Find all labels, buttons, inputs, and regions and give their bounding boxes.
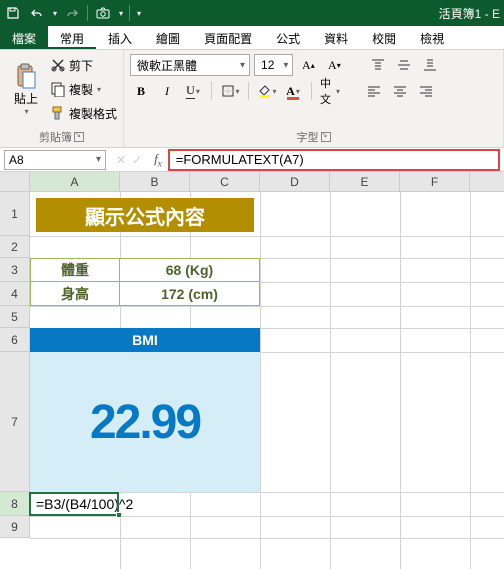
- row-header-8[interactable]: 8: [0, 492, 30, 516]
- format-painter-button[interactable]: 複製格式: [50, 102, 117, 124]
- tab-data[interactable]: 資料: [312, 26, 360, 49]
- formula-bar[interactable]: =FORMULATEXT(A7): [168, 149, 500, 171]
- font-color-button[interactable]: A: [282, 80, 304, 102]
- tab-view[interactable]: 檢視: [408, 26, 456, 49]
- tab-home[interactable]: 常用: [48, 26, 96, 49]
- tab-review[interactable]: 校閱: [360, 26, 408, 49]
- row-header-7[interactable]: 7: [0, 352, 30, 492]
- copy-button[interactable]: 複製▾: [50, 78, 117, 100]
- group-clipboard: 貼上 ▾ 剪下 複製▾ 複製格式 剪貼簿: [0, 50, 124, 147]
- qat-customize[interactable]: ▾: [137, 9, 141, 18]
- row-header-5[interactable]: 5: [0, 306, 30, 328]
- row-header-4[interactable]: 4: [0, 282, 30, 306]
- col-header-d[interactable]: D: [260, 172, 330, 191]
- align-middle-button[interactable]: [393, 54, 415, 76]
- cell-height-label[interactable]: 身高: [30, 281, 120, 306]
- clipboard-launcher[interactable]: [74, 132, 84, 142]
- clipboard-group-label: 剪貼簿: [39, 129, 72, 145]
- font-size-select[interactable]: 12: [254, 54, 293, 76]
- border-button[interactable]: [219, 80, 241, 102]
- cut-button[interactable]: 剪下: [50, 54, 117, 76]
- align-bottom-button[interactable]: [419, 54, 441, 76]
- cell-bmi-label[interactable]: BMI: [30, 328, 260, 352]
- cancel-formula-button[interactable]: ✕: [116, 153, 126, 167]
- fill-handle[interactable]: [116, 512, 122, 518]
- formula-bar-value: =FORMULATEXT(A7): [176, 152, 304, 167]
- paste-label: 貼上: [14, 90, 38, 107]
- titlebar: ▾ ▾ ▾ 活頁簿1 - E: [0, 0, 504, 26]
- col-header-e[interactable]: E: [330, 172, 400, 191]
- fill-color-button[interactable]: [256, 80, 278, 102]
- undo-button[interactable]: [28, 4, 46, 22]
- cell-weight-value[interactable]: 68 (Kg): [119, 258, 260, 282]
- format-painter-label: 複製格式: [69, 105, 117, 122]
- cell-height-value[interactable]: 172 (cm): [119, 281, 260, 306]
- tab-draw[interactable]: 繪圖: [144, 26, 192, 49]
- decrease-font-button[interactable]: A▾: [323, 54, 345, 76]
- enter-formula-button[interactable]: ✓: [132, 153, 142, 167]
- font-name-select[interactable]: 微軟正黑體: [130, 54, 250, 76]
- copy-label: 複製: [69, 81, 93, 98]
- formula-bar-row: A8 ✕ ✓ fx =FORMULATEXT(A7): [0, 148, 504, 172]
- camera-icon[interactable]: [94, 4, 112, 22]
- name-box[interactable]: A8: [4, 150, 106, 170]
- banner-title: 顯示公式內容: [36, 198, 254, 232]
- col-header-f[interactable]: F: [400, 172, 470, 191]
- select-all-corner[interactable]: [0, 172, 30, 191]
- font-launcher[interactable]: [321, 132, 331, 142]
- row-header-1[interactable]: 1: [0, 192, 30, 236]
- font-name-value: 微軟正黑體: [137, 57, 197, 74]
- ribbon: 貼上 ▾ 剪下 複製▾ 複製格式 剪貼簿: [0, 50, 504, 148]
- font-size-value: 12: [261, 58, 274, 72]
- ribbon-tabs: 檔案 常用 插入 繪圖 頁面配置 公式 資料 校閱 檢視: [0, 26, 504, 50]
- increase-font-button[interactable]: A▴: [297, 54, 319, 76]
- cut-label: 剪下: [69, 57, 93, 74]
- tab-layout[interactable]: 頁面配置: [192, 26, 264, 49]
- window-title: 活頁簿1 - E: [439, 5, 500, 22]
- name-box-value: A8: [9, 153, 24, 167]
- row-header-9[interactable]: 9: [0, 516, 30, 538]
- italic-button[interactable]: I: [156, 80, 178, 102]
- align-center-button[interactable]: [389, 80, 411, 102]
- align-left-button[interactable]: [363, 80, 385, 102]
- paste-dropdown[interactable]: ▾: [24, 107, 28, 116]
- font-group-label: 字型: [297, 129, 319, 145]
- undo-dropdown[interactable]: ▾: [53, 9, 57, 18]
- redo-button[interactable]: [63, 4, 81, 22]
- tab-file[interactable]: 檔案: [0, 26, 48, 49]
- tab-formulas[interactable]: 公式: [264, 26, 312, 49]
- col-header-a[interactable]: A: [30, 172, 120, 191]
- col-header-c[interactable]: C: [190, 172, 260, 191]
- fx-icon[interactable]: fx: [148, 151, 168, 169]
- worksheet-grid[interactable]: A B C D E F 1 2 3 4 5 6 7 8 9 顯: [0, 172, 504, 569]
- camera-dropdown[interactable]: ▾: [119, 9, 123, 18]
- cell-bmi-value[interactable]: 22.99: [30, 352, 260, 492]
- save-button[interactable]: [4, 4, 22, 22]
- align-top-button[interactable]: [367, 54, 389, 76]
- cell-weight-label[interactable]: 體重: [30, 258, 120, 282]
- underline-button[interactable]: U: [182, 80, 204, 102]
- group-font: 微軟正黑體 12 A▴ A▾ B I U A 中文: [124, 50, 504, 147]
- cell-a8-content[interactable]: =B3/(B4/100)^2: [32, 494, 137, 514]
- align-right-button[interactable]: [415, 80, 437, 102]
- row-header-3[interactable]: 3: [0, 258, 30, 282]
- row-header-2[interactable]: 2: [0, 236, 30, 258]
- col-header-b[interactable]: B: [120, 172, 190, 191]
- paste-button[interactable]: 貼上 ▾: [6, 54, 46, 124]
- tab-insert[interactable]: 插入: [96, 26, 144, 49]
- bold-button[interactable]: B: [130, 80, 152, 102]
- phonetic-button[interactable]: 中文: [319, 80, 341, 102]
- row-header-6[interactable]: 6: [0, 328, 30, 352]
